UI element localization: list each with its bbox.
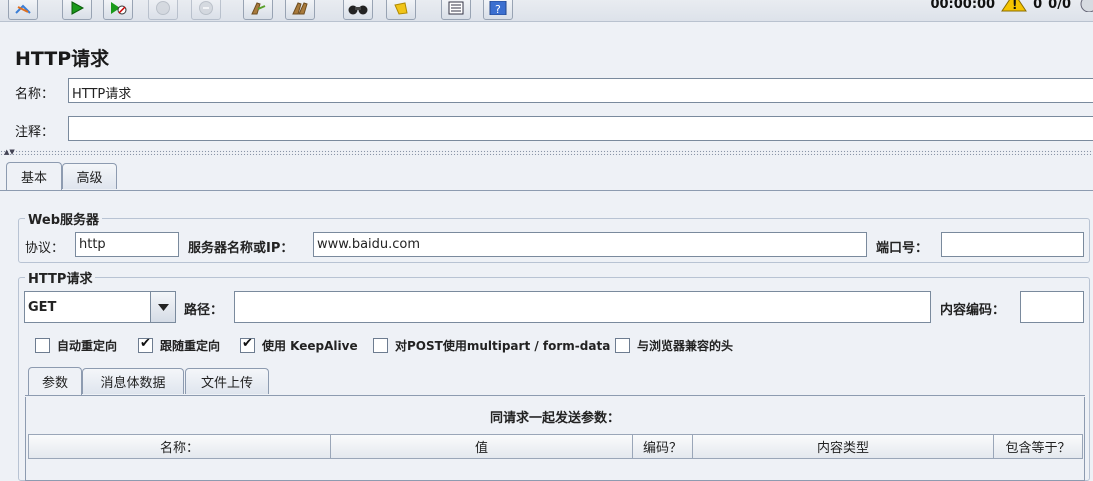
server-field[interactable]: www.baidu.com xyxy=(313,232,867,257)
function-helper-icon[interactable] xyxy=(441,0,471,20)
protocol-label: 协议： xyxy=(25,241,65,256)
name-label: 名称： xyxy=(15,87,55,102)
tab-basic[interactable]: 基本 xyxy=(6,162,62,190)
checkbox-label: 对POST使用multipart / form-data xyxy=(395,339,611,353)
port-label: 端口号： xyxy=(876,241,929,256)
path-label: 路径： xyxy=(184,303,224,318)
checkbox-box[interactable] xyxy=(373,338,388,353)
tab-file-upload[interactable]: 文件上传 xyxy=(185,368,269,394)
search-icon[interactable] xyxy=(343,0,373,20)
column-header-value[interactable]: 值 xyxy=(330,434,632,459)
column-header-name[interactable]: 名称： xyxy=(28,434,330,459)
encoding-label: 内容编码： xyxy=(940,303,1006,318)
stop-icon[interactable] xyxy=(148,0,178,20)
method-value: GET xyxy=(28,299,57,315)
comment-field[interactable] xyxy=(68,116,1093,141)
column-header-encode[interactable]: 编码？ xyxy=(632,434,692,459)
start-icon[interactable] xyxy=(62,0,92,20)
help-icon[interactable]: ? xyxy=(483,0,513,20)
toolbar: ? 00:00:00 ! 0 0/0 xyxy=(0,0,1093,22)
tab-label: 参数 xyxy=(41,376,68,391)
tab-label: 文件上传 xyxy=(200,376,253,391)
tab-body-data[interactable]: 消息体数据 xyxy=(82,368,184,394)
web-server-title: Web服务器 xyxy=(25,209,102,228)
elapsed-time: 00:00:00 xyxy=(930,0,996,12)
tab-label: 消息体数据 xyxy=(100,376,166,391)
warning-icon[interactable]: ! xyxy=(1001,0,1028,16)
checkbox-label: 与浏览器兼容的头 xyxy=(637,339,734,353)
auto-redirect-checkbox[interactable]: 自动重定向 xyxy=(35,337,117,354)
svg-text:!: ! xyxy=(1012,0,1017,12)
method-select[interactable]: GET xyxy=(24,291,176,323)
name-field[interactable]: HTTP请求 xyxy=(68,78,1093,103)
checkbox-box[interactable] xyxy=(615,338,630,353)
browser-compatible-headers-checkbox[interactable]: 与浏览器兼容的头 xyxy=(615,337,733,354)
comment-label: 注释： xyxy=(15,125,55,140)
column-header-content-type[interactable]: 内容类型 xyxy=(692,434,993,459)
checkbox-box[interactable] xyxy=(138,336,153,353)
svg-text:?: ? xyxy=(495,3,501,15)
parameters-title: 同请求一起发送参数： xyxy=(489,411,620,426)
tab-advanced[interactable]: 高级 xyxy=(62,163,117,189)
reset-search-icon[interactable] xyxy=(386,0,416,20)
tab-parameters[interactable]: 参数 xyxy=(28,367,82,395)
multipart-checkbox[interactable]: 对POST使用multipart / form-data xyxy=(373,337,610,354)
tab-label: 基本 xyxy=(20,171,47,186)
protocol-field[interactable]: http xyxy=(75,232,179,257)
encoding-field[interactable] xyxy=(1020,291,1084,323)
clear-all-icon[interactable] xyxy=(285,0,315,20)
follow-redirect-checkbox[interactable]: 跟随重定向 xyxy=(138,336,221,354)
parameters-table-header: 名称： 值 编码？ 内容类型 包含等于？ xyxy=(28,434,1083,459)
checkbox-box[interactable] xyxy=(240,336,255,353)
checkbox-label: 自动重定向 xyxy=(57,339,118,353)
checkbox-label: 跟随重定向 xyxy=(160,339,221,353)
subtab-bar-line xyxy=(25,395,1085,396)
column-header-include-equals[interactable]: 包含等于？ xyxy=(993,434,1083,459)
keepalive-checkbox[interactable]: 使用 KeepAlive xyxy=(240,336,358,354)
activity-indicator-icon xyxy=(1077,0,1093,16)
start-no-pause-icon[interactable] xyxy=(103,0,133,20)
clear-icon[interactable] xyxy=(243,0,273,20)
checkbox-box[interactable] xyxy=(35,338,50,353)
port-field[interactable] xyxy=(941,232,1084,257)
parameters-panel: 同请求一起发送参数： 名称： 值 编码？ 内容类型 包含等于？ xyxy=(25,397,1085,481)
path-field[interactable] xyxy=(234,291,931,323)
status-area: 00:00:00 ! 0 0/0 xyxy=(930,0,1093,14)
remote-start-icon[interactable] xyxy=(8,0,38,20)
server-label: 服务器名称或IP： xyxy=(188,241,294,256)
checkbox-label: 使用 KeepAlive xyxy=(262,339,358,353)
splitter-arrows-icon[interactable]: ▲▼ xyxy=(4,149,15,156)
chevron-down-icon[interactable] xyxy=(150,292,175,322)
tab-bar-line xyxy=(0,190,1093,191)
warning-count: 0 xyxy=(1033,0,1043,12)
shutdown-icon[interactable] xyxy=(191,0,221,20)
http-request-title: HTTP请求 xyxy=(25,268,96,287)
thread-count: 0/0 xyxy=(1048,0,1071,12)
page-title: HTTP请求 xyxy=(15,48,110,70)
tab-label: 高级 xyxy=(76,171,103,186)
splitter[interactable] xyxy=(0,150,1093,155)
